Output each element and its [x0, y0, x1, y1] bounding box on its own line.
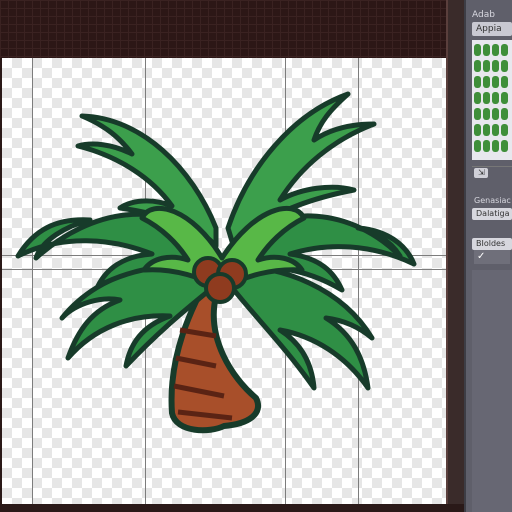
panel-field-1[interactable]: Dalatiga [472, 208, 512, 220]
resize-icon: ⇲ [478, 168, 485, 177]
palm-tree-artwork [15, 91, 417, 434]
leaf [231, 263, 375, 391]
top-ruler-grid [0, 0, 464, 58]
panel-lower-area [472, 270, 512, 512]
panel-tab[interactable]: Appia [472, 22, 512, 36]
checkmark-icon[interactable]: ✓ [474, 250, 510, 264]
panel-separator [472, 166, 512, 167]
canvas-right-border [446, 0, 464, 512]
canvas[interactable] [2, 58, 446, 504]
thumbnail-grid[interactable] [472, 40, 512, 160]
side-panel: Adab Appia ⇲ Genasiac Dalatiga BIoldes ✓ [464, 0, 512, 512]
panel-field-2[interactable]: BIoldes [472, 238, 512, 250]
coconut [204, 272, 236, 304]
panel-label: Genasiac [474, 196, 511, 205]
canvas-bottom-border [0, 504, 464, 512]
panel-title: Adab [472, 10, 495, 20]
